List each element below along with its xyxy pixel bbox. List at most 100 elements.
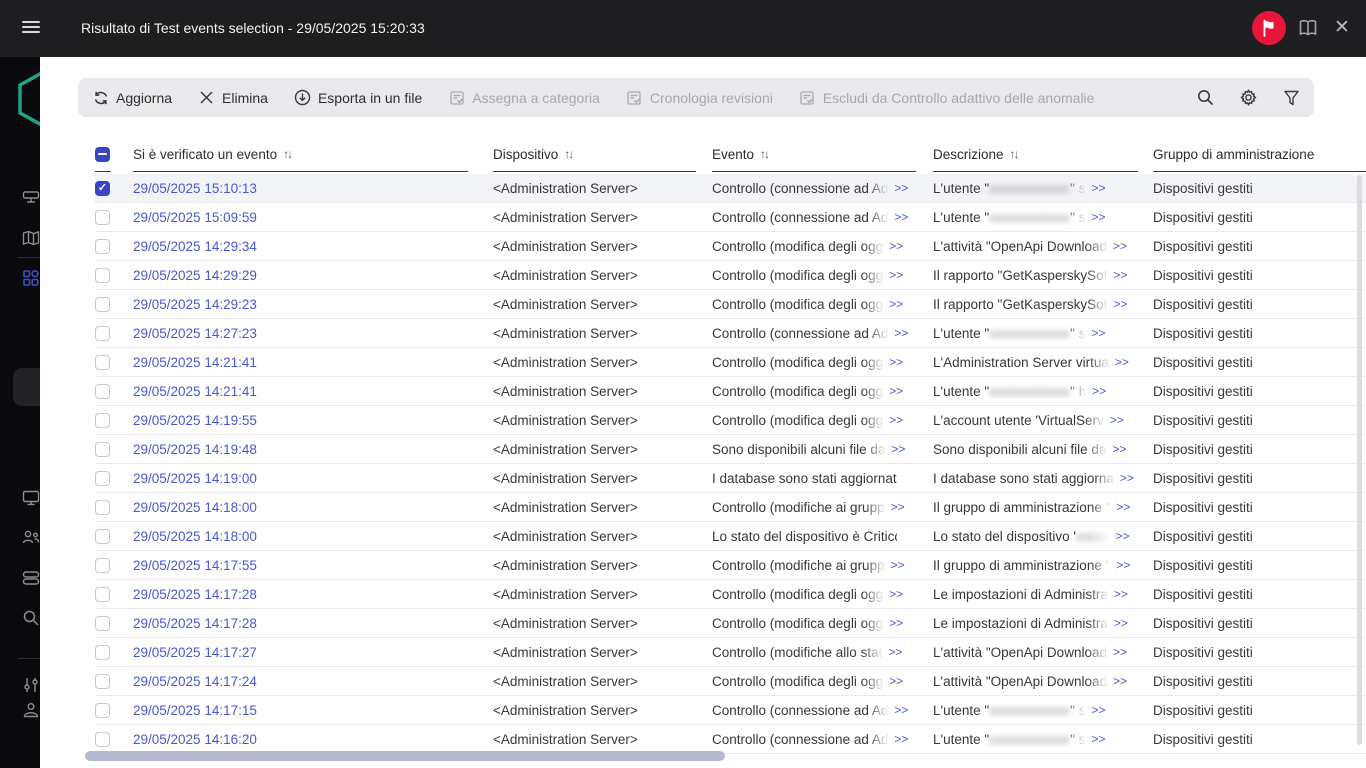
table-row[interactable]: 29/05/2025 14:21:41 <Administration Serv… <box>95 377 1366 406</box>
sidebar-item-users[interactable] <box>22 529 40 547</box>
expand-description-link[interactable]: >> <box>1091 210 1105 224</box>
assign-category-button[interactable]: Assegna a categoria <box>448 89 600 106</box>
table-row[interactable]: 29/05/2025 14:18:00 <Administration Serv… <box>95 493 1366 522</box>
event-time-link[interactable]: 29/05/2025 14:27:23 <box>133 326 257 341</box>
expand-event-link[interactable]: >> <box>888 645 902 659</box>
table-row[interactable]: 29/05/2025 14:29:23 <Administration Serv… <box>95 290 1366 319</box>
expand-description-link[interactable]: >> <box>1116 500 1130 514</box>
expand-event-link[interactable]: >> <box>889 616 903 630</box>
event-time-link[interactable]: 29/05/2025 15:09:59 <box>133 210 257 225</box>
table-row[interactable]: 29/05/2025 14:16:20 <Administration Serv… <box>95 725 1366 754</box>
table-row[interactable]: 29/05/2025 14:17:15 <Administration Serv… <box>95 696 1366 725</box>
select-all-checkbox[interactable] <box>95 147 110 162</box>
notifications-flag-icon[interactable] <box>1252 11 1286 45</box>
table-row[interactable]: 29/05/2025 15:10:13 <Administration Serv… <box>95 174 1366 203</box>
table-row[interactable]: 29/05/2025 15:09:59 <Administration Serv… <box>95 203 1366 232</box>
expand-description-link[interactable]: >> <box>1112 442 1126 456</box>
sidebar-item-search[interactable] <box>22 609 40 627</box>
expand-event-link[interactable]: >> <box>891 442 905 456</box>
row-checkbox[interactable] <box>95 587 110 602</box>
column-header-device[interactable]: Dispositivo ↑↓ <box>493 140 712 168</box>
event-time-link[interactable]: 29/05/2025 14:17:55 <box>133 558 257 573</box>
event-time-link[interactable]: 29/05/2025 14:29:23 <box>133 297 257 312</box>
table-row[interactable]: 29/05/2025 14:17:27 <Administration Serv… <box>95 638 1366 667</box>
row-checkbox[interactable] <box>95 384 110 399</box>
sort-icon[interactable]: ↑↓ <box>564 147 572 161</box>
event-time-link[interactable]: 29/05/2025 14:17:15 <box>133 703 257 718</box>
vertical-scrollbar-thumb[interactable] <box>1357 175 1362 745</box>
table-row[interactable]: 29/05/2025 14:27:23 <Administration Serv… <box>95 319 1366 348</box>
row-checkbox[interactable] <box>95 500 110 515</box>
sort-icon[interactable]: ↑↓ <box>760 147 768 161</box>
hamburger-menu-icon[interactable] <box>22 21 40 35</box>
column-header-event[interactable]: Evento ↑↓ <box>712 140 933 168</box>
expand-event-link[interactable]: >> <box>889 587 903 601</box>
table-row[interactable]: 29/05/2025 14:17:24 <Administration Serv… <box>95 667 1366 696</box>
column-header-event-time[interactable]: Si è verificato un evento ↑↓ <box>133 140 493 168</box>
sidebar-item-account[interactable] <box>22 701 40 719</box>
event-time-link[interactable]: 29/05/2025 14:19:55 <box>133 413 257 428</box>
expand-event-link[interactable]: >> <box>894 210 908 224</box>
event-time-link[interactable]: 29/05/2025 14:17:28 <box>133 616 257 631</box>
event-time-link[interactable]: 29/05/2025 14:18:00 <box>133 529 257 544</box>
expand-description-link[interactable]: >> <box>1113 268 1127 282</box>
expand-description-link[interactable]: >> <box>1114 587 1128 601</box>
row-checkbox[interactable] <box>95 181 110 196</box>
expand-description-link[interactable]: >> <box>1115 355 1129 369</box>
event-time-link[interactable]: 29/05/2025 14:21:41 <box>133 355 257 370</box>
event-time-link[interactable]: 29/05/2025 14:17:24 <box>133 674 257 689</box>
table-row[interactable]: 29/05/2025 14:21:41 <Administration Serv… <box>95 348 1366 377</box>
column-header-description[interactable]: Descrizione ↑↓ <box>933 140 1153 168</box>
expand-event-link[interactable]: >> <box>891 500 905 514</box>
expand-event-link[interactable]: >> <box>889 268 903 282</box>
event-time-link[interactable]: 29/05/2025 14:18:00 <box>133 500 257 515</box>
expand-description-link[interactable]: >> <box>1113 645 1127 659</box>
help-book-icon[interactable] <box>1298 19 1318 39</box>
gear-icon[interactable] <box>1239 89 1257 107</box>
close-icon[interactable]: ✕ <box>1331 17 1353 39</box>
table-row[interactable]: 29/05/2025 14:29:29 <Administration Serv… <box>95 261 1366 290</box>
expand-description-link[interactable]: >> <box>1113 674 1127 688</box>
event-time-link[interactable]: 29/05/2025 14:29:34 <box>133 239 257 254</box>
expand-event-link[interactable]: >> <box>889 674 903 688</box>
table-row[interactable]: 29/05/2025 14:18:00 <Administration Serv… <box>95 522 1366 551</box>
exclude-adaptive-anomaly-button[interactable]: Escludi da Controllo adattivo delle anom… <box>799 89 1095 106</box>
sidebar-item-map[interactable] <box>22 229 40 247</box>
sidebar-item-repositories[interactable] <box>22 569 40 587</box>
refresh-button[interactable]: Aggiorna <box>92 89 172 106</box>
expand-description-link[interactable]: >> <box>1116 529 1130 543</box>
row-checkbox[interactable] <box>95 442 110 457</box>
filter-icon[interactable] <box>1282 89 1300 107</box>
table-row[interactable]: 29/05/2025 14:29:34 <Administration Serv… <box>95 232 1366 261</box>
expand-description-link[interactable]: >> <box>1114 616 1128 630</box>
table-row[interactable]: 29/05/2025 14:17:28 <Administration Serv… <box>95 580 1366 609</box>
expand-description-link[interactable]: >> <box>1113 239 1127 253</box>
expand-event-link[interactable]: >> <box>894 732 908 746</box>
row-checkbox[interactable] <box>95 529 110 544</box>
expand-description-link[interactable]: >> <box>1092 384 1106 398</box>
sidebar-item-console-settings[interactable] <box>22 676 40 694</box>
revision-history-button[interactable]: Cronologia revisioni <box>626 89 773 106</box>
expand-description-link[interactable]: >> <box>1110 413 1124 427</box>
event-time-link[interactable]: 29/05/2025 14:17:27 <box>133 645 257 660</box>
sidebar-item-monitoring-active[interactable] <box>22 269 40 287</box>
expand-event-link[interactable]: >> <box>894 703 908 717</box>
row-checkbox[interactable] <box>95 326 110 341</box>
expand-event-link[interactable]: >> <box>889 384 903 398</box>
row-checkbox[interactable] <box>95 297 110 312</box>
event-time-link[interactable]: 29/05/2025 14:19:00 <box>133 471 257 486</box>
row-checkbox[interactable] <box>95 268 110 283</box>
expand-event-link[interactable]: >> <box>891 558 905 572</box>
row-checkbox[interactable] <box>95 616 110 631</box>
row-checkbox[interactable] <box>95 355 110 370</box>
expand-description-link[interactable]: >> <box>1091 732 1105 746</box>
row-checkbox[interactable] <box>95 732 110 747</box>
sort-icon[interactable]: ↑↓ <box>1010 147 1018 161</box>
search-icon[interactable] <box>1196 89 1214 107</box>
event-time-link[interactable]: 29/05/2025 14:16:20 <box>133 732 257 747</box>
expand-event-link[interactable]: >> <box>889 297 903 311</box>
sidebar-item-server[interactable] <box>22 188 40 206</box>
table-row[interactable]: 29/05/2025 14:19:55 <Administration Serv… <box>95 406 1366 435</box>
table-row[interactable]: 29/05/2025 14:19:00 <Administration Serv… <box>95 464 1366 493</box>
expand-event-link[interactable]: >> <box>889 413 903 427</box>
